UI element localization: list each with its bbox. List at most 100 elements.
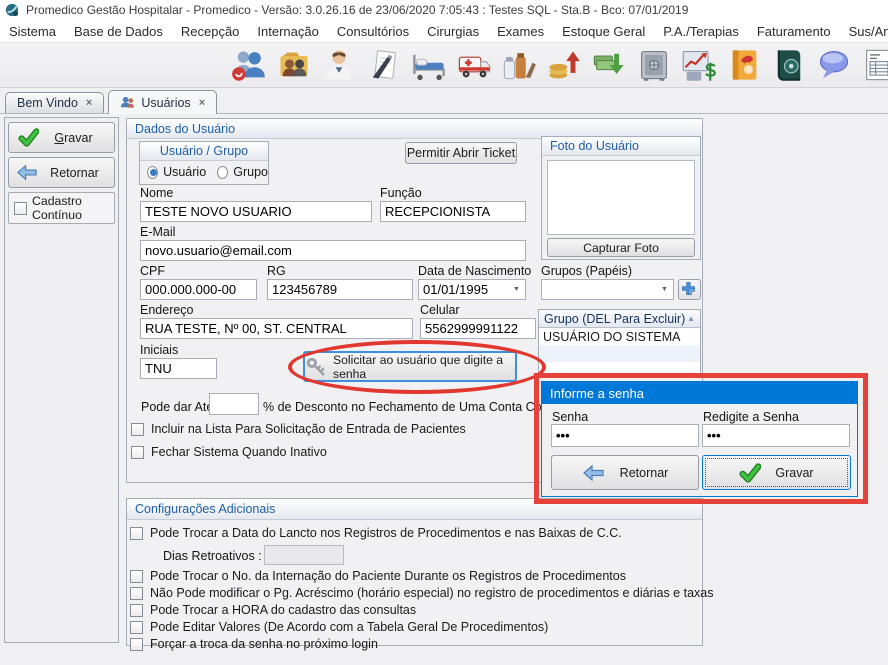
trocar-data-lancto-label: Pode Trocar a Data do Lancto nos Registr… (150, 526, 622, 540)
popup-retornar-button[interactable]: Retornar (551, 455, 699, 490)
permitir-abrir-ticket-button[interactable]: Permitir Abrir Ticket (405, 142, 517, 164)
tab-bem-vindo[interactable]: Bem Vindo × (5, 92, 104, 113)
capturar-foto-button[interactable]: Capturar Foto (547, 238, 695, 257)
tab-close-icon[interactable]: × (199, 97, 205, 109)
app-window: Promedico Gestão Hospitalar - Promedico … (0, 0, 888, 665)
endereco-input[interactable] (140, 318, 413, 339)
menu-estoque-geral[interactable]: Estoque Geral (553, 24, 654, 39)
config-adicionais-group: Configurações Adicionais Pode Trocar a D… (126, 498, 703, 646)
nascimento-combo[interactable] (418, 279, 526, 300)
config-check-row: Pode Editar Valores (De Acordo com a Tab… (130, 620, 548, 634)
radio-grupo-label: Grupo (233, 165, 268, 179)
radio-usuario[interactable] (147, 166, 158, 179)
ambulance-icon[interactable] (456, 45, 492, 85)
senha-label: Senha (552, 410, 588, 424)
payment-down-icon[interactable] (591, 45, 627, 85)
grupo-row-empty (539, 345, 700, 362)
menu-faturamento[interactable]: Faturamento (748, 24, 840, 39)
report-icon[interactable] (861, 45, 888, 85)
config-check-row: Pode Trocar a HORA do cadastro das consu… (130, 603, 416, 617)
forcar-troca-senha-checkbox[interactable] (130, 638, 143, 651)
grupo-row-empty (539, 362, 700, 379)
config-adicionais-header: Configurações Adicionais (127, 499, 702, 520)
trocar-hora-checkbox[interactable] (130, 604, 143, 617)
redigite-senha-input[interactable] (702, 424, 850, 447)
popup-gravar-button[interactable]: Gravar (702, 455, 851, 490)
editar-valores-label: Pode Editar Valores (De Acordo com a Tab… (150, 620, 548, 634)
fechar-sistema-checkbox[interactable] (131, 446, 144, 459)
tab-close-icon[interactable]: × (86, 97, 92, 109)
prescription-icon[interactable] (366, 45, 402, 85)
check-icon (18, 127, 39, 148)
tab-usuarios-label: Usuários (141, 96, 190, 110)
celular-input[interactable] (420, 318, 536, 339)
config-check-row: Pode Trocar o No. da Internação do Pacie… (130, 569, 626, 583)
hospital-bed-icon[interactable] (411, 45, 447, 85)
nome-input[interactable] (140, 201, 372, 222)
cadastro-continuo-label: Cadastro Contínuo (32, 194, 114, 222)
popup-gravar-label: Gravar (775, 466, 813, 480)
incluir-lista-checkbox[interactable] (131, 423, 144, 436)
funcao-input[interactable] (380, 201, 526, 222)
dias-retroativos-label: Dias Retroativos : (163, 549, 262, 563)
chat-icon[interactable] (816, 45, 852, 85)
user-tab-icon (120, 95, 135, 110)
safe-icon[interactable] (636, 45, 672, 85)
desconto-input[interactable] (209, 393, 259, 415)
radio-grupo[interactable] (217, 166, 228, 179)
fechar-sistema-label: Fechar Sistema Quando Inativo (151, 445, 327, 459)
left-arrow-icon (582, 461, 606, 485)
menu-pa-terapias[interactable]: P.A./Terapias (654, 24, 748, 39)
rg-label: RG (267, 264, 286, 278)
key-icon (305, 356, 327, 378)
users-icon[interactable] (231, 45, 267, 85)
retornar-button[interactable]: Retornar (8, 157, 115, 188)
editar-valores-checkbox[interactable] (130, 621, 143, 634)
cpf-input[interactable] (140, 279, 257, 300)
grupo-row[interactable]: USUÁRIO DO SISTEMA (539, 328, 700, 345)
nao-pode-acrescimo-checkbox[interactable] (130, 587, 143, 600)
menu-cirurgias[interactable]: Cirurgias (418, 24, 488, 39)
pharmacy-icon[interactable] (501, 45, 537, 85)
app-logo-icon (5, 3, 19, 17)
iniciais-input[interactable] (140, 358, 217, 379)
cadastro-continuo-checkbox[interactable] (14, 202, 27, 215)
ledger-book-icon[interactable] (771, 45, 807, 85)
menu-recepcao[interactable]: Recepção (172, 24, 249, 39)
config-check-row: Forçar a troca da senha no próximo login (130, 637, 378, 651)
trocar-internacao-checkbox[interactable] (130, 570, 143, 583)
grupos-papeis-combo[interactable] (541, 279, 674, 300)
phonebook-icon[interactable] (726, 45, 762, 85)
informe-senha-titlebar: Informe a senha (542, 382, 857, 404)
grupos-papeis-label: Grupos (Papéis) (541, 264, 632, 278)
menu-consultorios[interactable]: Consultórios (328, 24, 418, 39)
nascimento-label: Data de Nascimento (418, 264, 531, 278)
toolbar (0, 42, 888, 88)
add-group-button[interactable] (678, 279, 701, 300)
revenue-up-icon[interactable] (546, 45, 582, 85)
tab-usuarios[interactable]: Usuários × (108, 90, 217, 114)
trocar-internacao-label: Pode Trocar o No. da Internação do Pacie… (150, 569, 626, 583)
trocar-data-lancto-checkbox[interactable] (130, 527, 143, 540)
finance-chart-icon[interactable] (681, 45, 717, 85)
doctor-icon[interactable] (321, 45, 357, 85)
menu-internacao[interactable]: Internação (248, 24, 327, 39)
iniciais-label: Iniciais (140, 343, 178, 357)
menu-exames[interactable]: Exames (488, 24, 553, 39)
fechar-sistema-row: Fechar Sistema Quando Inativo (131, 445, 327, 459)
patient-group-icon[interactable] (276, 45, 312, 85)
menu-sus-ans[interactable]: Sus/Ans (840, 24, 888, 39)
senha-input[interactable] (551, 424, 699, 447)
foto-usuario-header: Foto do Usuário (542, 137, 700, 156)
dias-retroativos-input[interactable] (264, 545, 344, 565)
rg-input[interactable] (267, 279, 413, 300)
menu-base-de-dados[interactable]: Base de Dados (65, 24, 172, 39)
grupos-grid-header[interactable]: Grupo (DEL Para Excluir) ▲ (539, 310, 700, 328)
sort-asc-icon: ▲ (687, 314, 695, 323)
menu-sistema[interactable]: Sistema (0, 24, 65, 39)
celular-label: Celular (420, 303, 460, 317)
cadastro-continuo-box: Cadastro Contínuo (8, 192, 115, 224)
email-input[interactable] (140, 240, 526, 261)
gravar-button[interactable]: Gravar (8, 122, 115, 153)
solicitar-senha-button[interactable]: Solicitar ao usuário que digite a senha (303, 351, 517, 382)
